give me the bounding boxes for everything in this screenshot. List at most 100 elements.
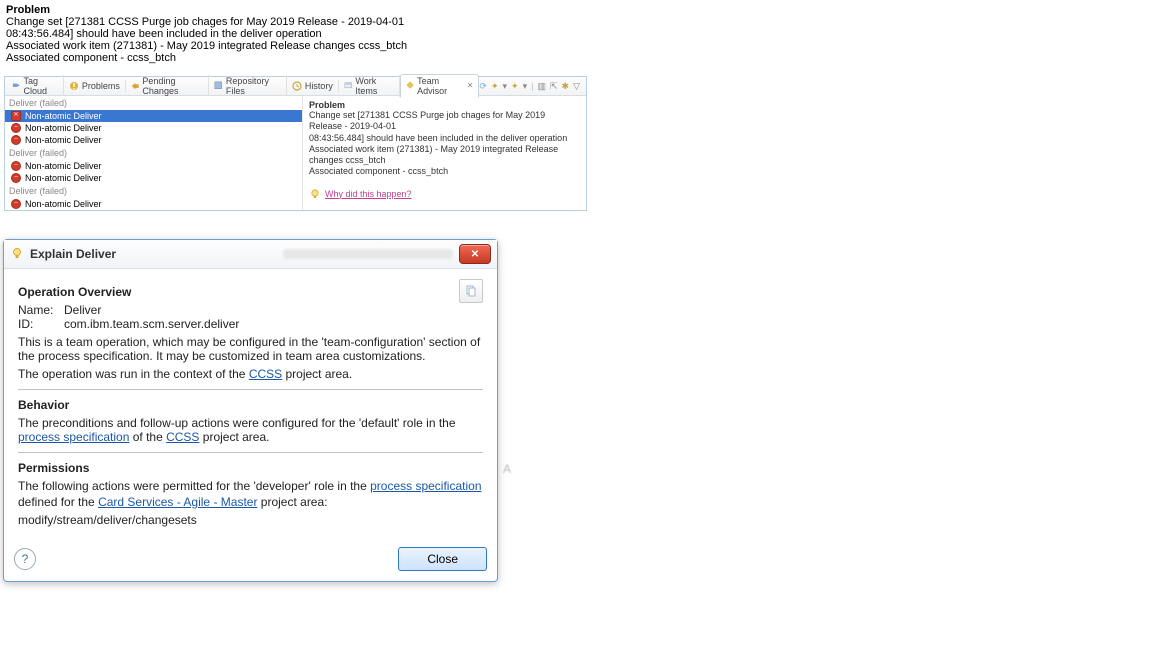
group-header: Deliver (failed) xyxy=(5,146,302,160)
list-item-label: Non-atomic Deliver xyxy=(25,161,102,171)
list-item-label: Non-atomic Deliver xyxy=(25,123,102,133)
details-line: Associated component - ccss_btch xyxy=(309,166,580,177)
name-value: Deliver xyxy=(64,303,101,317)
view-toolbar: ⟳ ✦ ▾ ✦ ▾ | ▥ ⇱ ✱ ▽ xyxy=(479,81,584,92)
process-specification-link[interactable]: process specification xyxy=(18,430,129,444)
tab-work-items[interactable]: Work Items xyxy=(339,75,400,97)
copy-button[interactable] xyxy=(459,279,483,303)
chevron-down-icon[interactable]: ▾ xyxy=(523,81,528,92)
text: project area. xyxy=(282,367,352,381)
id-label: ID: xyxy=(18,317,58,331)
refresh-icon[interactable]: ⟳ xyxy=(479,81,487,92)
name-label: Name: xyxy=(18,303,58,317)
error-icon: – xyxy=(11,123,21,133)
divider xyxy=(18,452,483,453)
close-icon: ✕ xyxy=(471,249,479,260)
error-icon: ✕ xyxy=(11,111,21,121)
problem-header: Problem Change set [271381 CCSS Purge jo… xyxy=(0,0,1152,70)
dialog-title: Explain Deliver xyxy=(30,247,116,261)
divider xyxy=(18,389,483,390)
problems-icon xyxy=(69,81,79,91)
tag-icon xyxy=(12,81,20,91)
list-item[interactable]: – Non-atomic Deliver xyxy=(5,198,302,210)
group-header: Deliver (failed) xyxy=(5,96,302,110)
list-item-label: Non-atomic Deliver xyxy=(25,199,102,209)
text: defined for the xyxy=(18,495,98,509)
advisor-results-list: Deliver (failed) ✕ Non-atomic Deliver – … xyxy=(5,96,302,210)
behavior-heading: Behavior xyxy=(18,398,483,412)
menu-icon[interactable]: ▽ xyxy=(573,81,580,92)
chevron-down-icon[interactable]: ▾ xyxy=(503,81,508,92)
list-item-label: Non-atomic Deliver xyxy=(25,173,102,183)
team-advisor-view: Tag Cloud Problems Pending Changes Repos… xyxy=(4,76,587,211)
collapse-icon[interactable]: ⇱ xyxy=(550,81,558,92)
permissions-line-1: The following actions were permitted for… xyxy=(18,479,483,493)
workitems-icon xyxy=(344,81,353,91)
problem-line-2-text: 08:43:56.484] should have been included … xyxy=(6,28,322,40)
list-item[interactable]: – Non-atomic Deliver xyxy=(5,172,302,184)
tab-label: Pending Changes xyxy=(142,76,203,96)
problem-line-4: Associated component - ccss_btch xyxy=(6,52,1146,64)
tab-label: Team Advisor xyxy=(417,76,462,96)
group-header: Deliver (failed) xyxy=(5,184,302,198)
list-item[interactable]: – Non-atomic Deliver xyxy=(5,160,302,172)
why-link[interactable]: Why did this happen? xyxy=(325,189,412,199)
tab-label: Work Items xyxy=(355,76,394,96)
permissions-heading: Permissions xyxy=(18,461,483,475)
overview-description: This is a team operation, which may be c… xyxy=(18,335,483,363)
ccss-link[interactable]: CCSS xyxy=(166,430,199,444)
close-icon[interactable]: ✕ xyxy=(467,81,474,90)
advisor-icon xyxy=(406,81,414,91)
help-button[interactable]: ? xyxy=(14,548,36,570)
details-line: Associated work item (271381) - May 2019… xyxy=(309,144,580,167)
details-line: 08:43:56.484] should have been included … xyxy=(309,133,580,144)
list-item[interactable]: ✕ Non-atomic Deliver xyxy=(5,110,302,122)
repo-icon xyxy=(214,81,223,91)
list-item-label: Non-atomic Deliver xyxy=(25,111,102,121)
overview-context: The operation was run in the context of … xyxy=(18,367,483,381)
tab-label: Problems xyxy=(82,81,120,91)
text: project area. xyxy=(199,430,269,444)
problem-line-2: 08:43:56.484] should have been included … xyxy=(6,28,1146,40)
error-icon: – xyxy=(11,135,21,145)
text: project area: xyxy=(257,495,327,509)
tab-team-advisor[interactable]: Team Advisor ✕ xyxy=(400,74,480,98)
problem-line-1: Change set [271381 CCSS Purge job chages… xyxy=(6,16,1146,28)
id-value: com.ibm.team.scm.server.deliver xyxy=(64,317,239,331)
text: The following actions were permitted for… xyxy=(18,479,370,493)
process-specification-link[interactable]: process specification xyxy=(370,479,481,493)
layout-icon[interactable]: ▥ xyxy=(537,81,546,92)
nav-next-icon[interactable]: ✦ xyxy=(511,81,519,92)
help-icon: ? xyxy=(22,552,29,566)
list-item[interactable]: – Non-atomic Deliver xyxy=(5,122,302,134)
overview-heading: Operation Overview xyxy=(18,285,483,299)
tab-label: Repository Files xyxy=(226,76,281,96)
list-item[interactable]: – Non-atomic Deliver xyxy=(5,134,302,146)
text: of the xyxy=(129,430,166,444)
history-icon xyxy=(292,81,302,91)
list-item-label: Non-atomic Deliver xyxy=(25,135,102,145)
tab-repository-files[interactable]: Repository Files xyxy=(209,75,286,97)
tab-problems[interactable]: Problems xyxy=(64,80,126,92)
close-button[interactable]: Close xyxy=(398,547,487,571)
tab-label: History xyxy=(305,81,333,91)
dialog-close-button[interactable]: ✕ xyxy=(459,244,491,264)
tab-tag-cloud[interactable]: Tag Cloud xyxy=(7,75,64,97)
view-tab-bar: Tag Cloud Problems Pending Changes Repos… xyxy=(5,77,586,96)
ccss-link[interactable]: CCSS xyxy=(249,367,282,381)
tab-pending-changes[interactable]: Pending Changes xyxy=(126,75,210,97)
tab-history[interactable]: History xyxy=(287,80,339,92)
tab-label: Tag Cloud xyxy=(23,76,57,96)
explain-deliver-dialog: Explain Deliver ✕ Operation Overview Nam… xyxy=(3,239,498,582)
text: The operation was run in the context of … xyxy=(18,367,249,381)
background-text: A xyxy=(503,462,511,476)
project-area-link[interactable]: Card Services - Agile - Master xyxy=(98,495,257,509)
dialog-body: Operation Overview Name: Deliver ID: com… xyxy=(4,269,497,541)
nav-prev-icon[interactable]: ✦ xyxy=(491,81,499,92)
text: The preconditions and follow-up actions … xyxy=(18,416,456,430)
filter-icon[interactable]: ✱ xyxy=(562,81,570,92)
permission-path: modify/stream/deliver/changesets xyxy=(18,513,483,527)
problem-title: Problem xyxy=(6,4,1146,16)
inactive-title-remainder xyxy=(283,249,453,259)
advisor-details: Problem Change set [271381 CCSS Purge jo… xyxy=(302,96,586,210)
